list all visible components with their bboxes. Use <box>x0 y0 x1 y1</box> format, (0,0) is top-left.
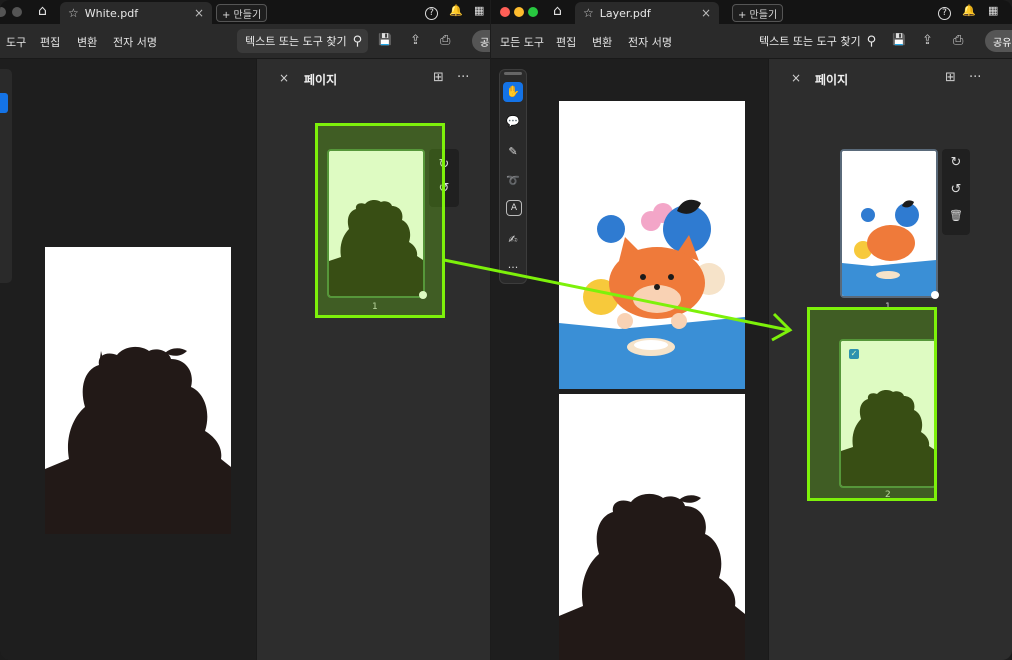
drag-arrow <box>443 258 793 342</box>
